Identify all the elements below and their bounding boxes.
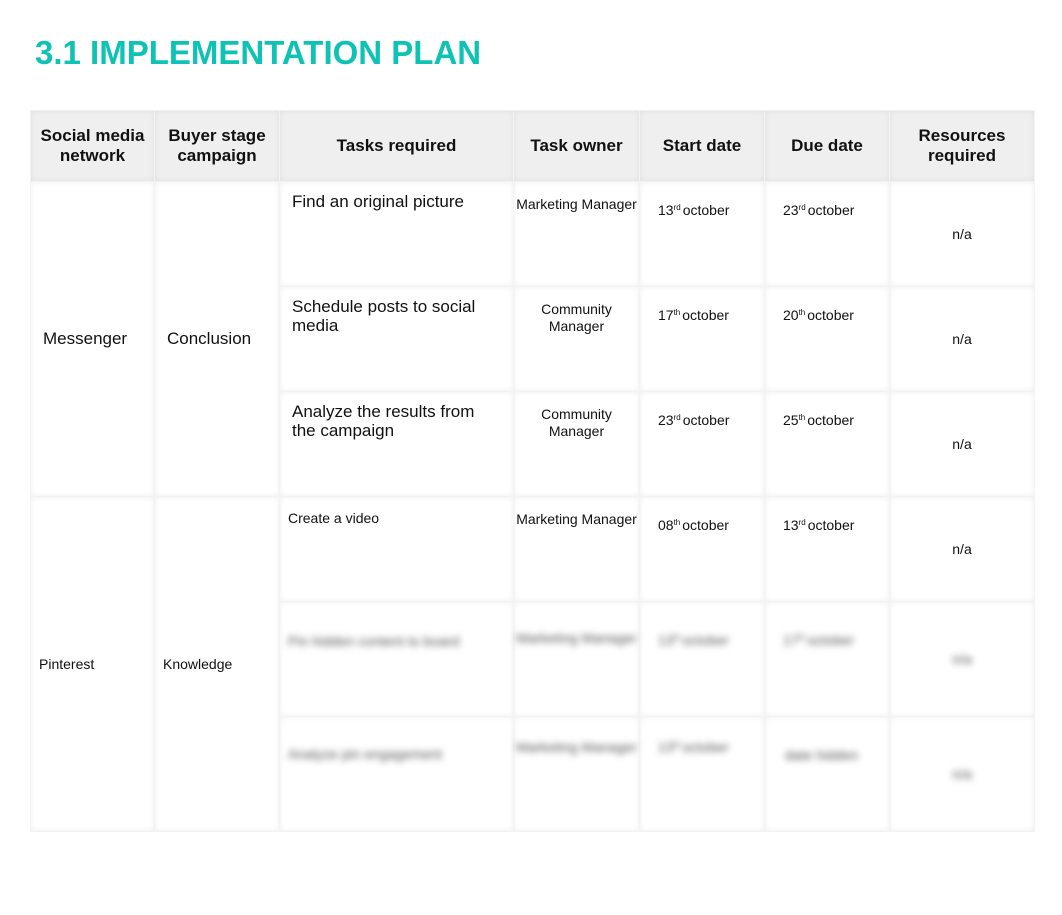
start-suffix: rd — [673, 203, 681, 212]
start-day: 08 — [658, 517, 674, 533]
resources-cell: n/a — [889, 716, 1035, 832]
stage-cell: Knowledge — [154, 496, 280, 832]
task-cell: Create a video — [279, 496, 514, 602]
resources-cell: n/a — [889, 391, 1035, 497]
start-month: october — [682, 739, 729, 755]
header-task-owner: Task owner — [513, 110, 640, 182]
due-day: 25 — [783, 412, 799, 428]
task-cell: Schedule posts to social media — [279, 286, 514, 392]
stage-cell: Conclusion — [154, 181, 280, 497]
table-row: Pinterest Knowledge Create a video Marke… — [30, 496, 1035, 832]
owner-cell: Marketing Manager — [513, 181, 640, 287]
owner-cell: Marketing Manager — [513, 601, 640, 717]
network-cell: Messenger — [30, 181, 155, 497]
header-resources-required: Resources required — [889, 110, 1035, 182]
header-due-date: Due date — [764, 110, 890, 182]
resources-cell: n/a — [889, 286, 1035, 392]
start-date-cell: 13th october — [639, 716, 765, 832]
start-day: 13 — [658, 739, 674, 755]
start-day: 13 — [658, 202, 674, 218]
due-day: 13 — [783, 517, 799, 533]
due-day: 23 — [783, 202, 799, 218]
due-month: october — [807, 412, 854, 428]
header-start-date: Start date — [639, 110, 765, 182]
blurred-text: n/a — [952, 766, 972, 782]
due-day: 17 — [783, 632, 799, 648]
start-month: october — [682, 307, 729, 323]
start-suffix: th — [673, 740, 681, 749]
owner-cell: Marketing Manager — [513, 496, 640, 602]
start-date-cell: 13th october — [639, 601, 765, 717]
header-social-media-network: Social media network — [30, 110, 155, 182]
owner-cell: Marketing Manager — [513, 716, 640, 832]
due-suffix: th — [798, 633, 806, 642]
due-month: october — [807, 632, 854, 648]
due-date-cell: date hidden — [764, 716, 890, 832]
task-cell: Analyze the results from the campaign — [279, 391, 514, 497]
due-month: october — [807, 202, 855, 218]
due-suffix: th — [798, 308, 806, 317]
resources-cell: n/a — [889, 601, 1035, 717]
blurred-text: n/a — [952, 651, 972, 667]
header-tasks-required: Tasks required — [279, 110, 514, 182]
start-month: october — [682, 412, 730, 428]
due-month: date hidden — [785, 747, 859, 763]
due-date-cell: 25th october — [764, 391, 890, 497]
due-month: october — [807, 517, 855, 533]
blurred-text: 13th october — [658, 739, 729, 755]
start-date-cell: 17th october — [639, 286, 765, 392]
start-date-cell: 08th october — [639, 496, 765, 602]
task-cell: Analyze pin engagement — [279, 716, 514, 832]
blurred-text: Marketing Manager — [516, 630, 637, 646]
start-suffix: rd — [673, 413, 681, 422]
resources-cell: n/a — [889, 496, 1035, 602]
start-month: october — [682, 202, 730, 218]
blurred-text: 13th october — [658, 632, 729, 648]
owner-cell: Community Manager — [513, 391, 640, 497]
start-month: october — [682, 632, 729, 648]
due-suffix: rd — [798, 518, 806, 527]
network-cell: Pinterest — [30, 496, 155, 832]
blurred-text: 17th october — [783, 632, 854, 648]
task-cell: Find an original picture — [279, 181, 514, 287]
blurred-text: Analyze pin engagement — [288, 746, 443, 762]
due-suffix: th — [798, 413, 806, 422]
start-day: 17 — [658, 307, 674, 323]
blurred-text: Pin hidden content to board — [288, 633, 460, 649]
start-day: 13 — [658, 632, 674, 648]
due-day: 20 — [783, 307, 799, 323]
due-suffix: rd — [798, 203, 806, 212]
header-buyer-stage-campaign: Buyer stage campaign — [154, 110, 280, 182]
resources-cell: n/a — [889, 181, 1035, 287]
due-month: october — [807, 307, 854, 323]
due-date-cell: 20th october — [764, 286, 890, 392]
start-date-cell: 23rd october — [639, 391, 765, 497]
table-header-row: Social media network Buyer stage campaig… — [30, 110, 1035, 182]
due-date-cell: 13rd october — [764, 496, 890, 602]
due-date-cell: 23rd october — [764, 181, 890, 287]
page-title: 3.1 IMPLEMENTATION PLAN — [35, 34, 482, 71]
blurred-text: date hidden — [783, 747, 858, 763]
task-cell: Pin hidden content to board — [279, 601, 514, 717]
start-date-cell: 13rd october — [639, 181, 765, 287]
due-date-cell: 17th october — [764, 601, 890, 717]
table-row: Messenger Conclusion Find an original pi… — [30, 181, 1035, 497]
blurred-text: Marketing Manager — [516, 739, 637, 755]
start-suffix: th — [673, 633, 681, 642]
implementation-plan-table: Social media network Buyer stage campaig… — [30, 110, 1035, 832]
owner-cell: Community Manager — [513, 286, 640, 392]
start-month: october — [682, 517, 729, 533]
start-suffix: th — [673, 518, 681, 527]
start-suffix: th — [673, 308, 681, 317]
start-day: 23 — [658, 412, 674, 428]
